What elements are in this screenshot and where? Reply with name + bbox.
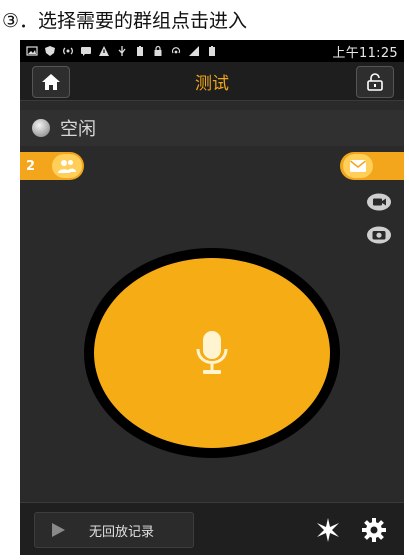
group-button[interactable]: 2	[20, 152, 84, 180]
status-time: 上午11:25	[332, 45, 398, 61]
playback-label: 无回放记录	[89, 524, 155, 540]
status-bar: 上午11:25	[20, 40, 404, 62]
phone-screen: 上午11:25 测试 空闲 2 无回放记录	[20, 40, 404, 555]
usb-icon	[118, 46, 126, 56]
shield-icon	[45, 46, 55, 56]
video-camera-icon	[367, 193, 391, 211]
playback-button[interactable]: 无回放记录	[34, 512, 194, 548]
image-icon	[26, 46, 38, 56]
hotspot-icon	[171, 47, 181, 54]
battery-icon	[209, 46, 215, 56]
group-icon	[52, 154, 82, 178]
push-to-talk-button[interactable]	[94, 258, 330, 448]
status-icons	[20, 45, 218, 57]
group-count: 2	[26, 158, 36, 174]
page-title: 测试	[195, 73, 229, 94]
broadcast-icon	[63, 47, 73, 55]
home-button[interactable]	[32, 66, 70, 98]
sparkle-icon	[317, 518, 339, 542]
camera-button[interactable]	[366, 225, 392, 245]
settings-button[interactable]	[360, 516, 388, 544]
4g-signal-icon	[189, 46, 199, 56]
battery-saver-icon	[137, 46, 143, 56]
warning-icon	[99, 46, 109, 56]
message-button[interactable]	[340, 152, 404, 180]
title-bar: 测试	[20, 62, 404, 101]
instruction-caption: ③．选择需要的群组点击进入	[2, 9, 248, 32]
group-strip: 2	[20, 152, 404, 180]
status-indicator-icon	[32, 119, 50, 137]
status-row: 空闲	[20, 110, 404, 146]
unlock-button[interactable]	[356, 66, 394, 98]
message-icon	[81, 47, 91, 56]
home-icon	[42, 74, 60, 90]
unlock-icon	[367, 73, 383, 91]
status-label: 空闲	[60, 119, 96, 140]
bottom-bar: 无回放记录	[20, 502, 404, 555]
video-button[interactable]	[366, 192, 392, 212]
effect-button[interactable]	[314, 516, 342, 544]
play-icon	[49, 521, 67, 539]
envelope-icon	[343, 154, 373, 178]
microphone-icon	[196, 331, 228, 374]
lock-icon	[154, 45, 162, 56]
gear-icon	[362, 518, 386, 542]
camera-icon	[367, 226, 391, 244]
